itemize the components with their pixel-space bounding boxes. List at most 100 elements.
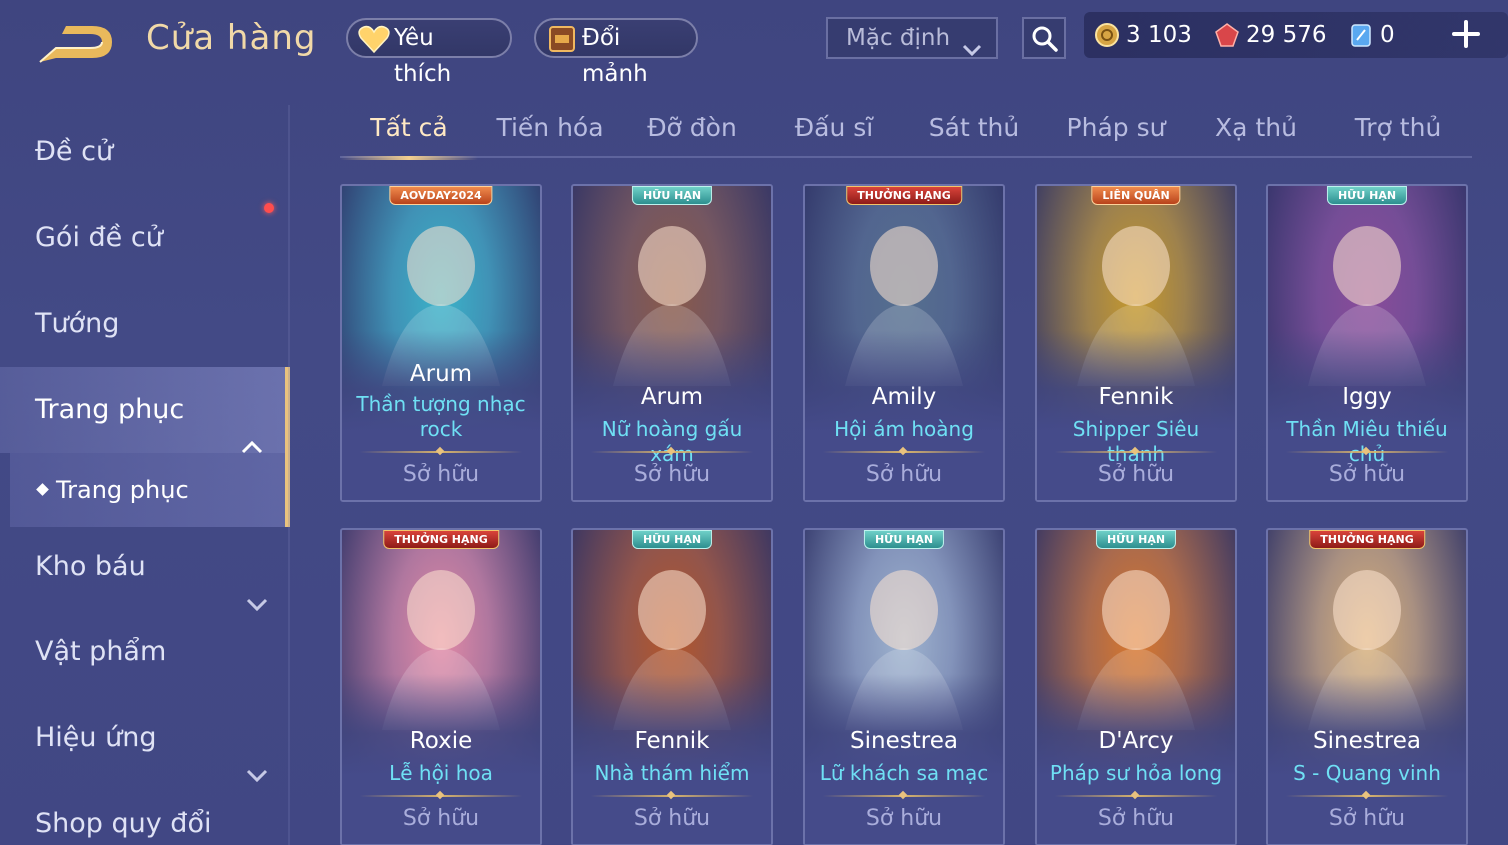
skin-card[interactable]: HỮU HẠN Iggy Thần Miêu thiếu chủSở hữu bbox=[1266, 184, 1468, 502]
skin-card[interactable]: HỮU HẠN Fennik Nhà thám hiểm Sở hữu bbox=[571, 528, 773, 845]
owned-status: Sở hữu bbox=[1097, 806, 1175, 831]
add-currency-button[interactable] bbox=[1448, 16, 1484, 52]
skin-name: Hội ám hoàng bbox=[834, 417, 974, 441]
card-divider bbox=[823, 451, 985, 453]
card-divider bbox=[591, 795, 753, 797]
skin-tier-badge: AOVDAY2024 bbox=[389, 186, 493, 205]
skin-tier-badge: HỮU HẠN bbox=[631, 186, 713, 205]
tab-all[interactable]: Tất cả bbox=[340, 98, 478, 160]
sidebar-item-label: Shop quy đổi bbox=[35, 808, 212, 839]
sidebar: Đề cử Gói đề cử Tướng Trang phục Trang p… bbox=[0, 95, 290, 845]
tab-assassin[interactable]: Sát thủ bbox=[906, 98, 1042, 158]
card-divider bbox=[360, 451, 522, 453]
page-title: Cửa hàng bbox=[146, 18, 317, 58]
skin-name: Pháp sư hỏa long bbox=[1049, 761, 1223, 785]
sort-value: Mặc định bbox=[846, 25, 951, 51]
owned-status: Sở hữu bbox=[865, 462, 943, 487]
sidebar-item-label: Vật phẩm bbox=[35, 636, 167, 667]
skin-card[interactable]: AOVDAY2024 Arum Thần tượng nhạc rock Sở hữu bbox=[340, 184, 542, 502]
sidebar-item-label: Đề cử bbox=[35, 136, 114, 167]
gold-balance: 3 103 bbox=[1094, 20, 1204, 50]
diamond-bullet-icon bbox=[36, 483, 49, 496]
hero-name: Fennik bbox=[1098, 384, 1174, 410]
skin-tier-badge: THƯỞNG HẠNG bbox=[846, 186, 962, 205]
skin-name: Lữ khách sa mạc bbox=[819, 761, 989, 785]
favorite-button[interactable]: Yêu thích bbox=[346, 18, 512, 87]
skin-tier-badge: HỮU HẠN bbox=[863, 530, 945, 549]
exchange-shard-button[interactable]: Đổi mảnh bbox=[534, 18, 698, 87]
skin-card[interactable]: HỮU HẠN D'Arcy Pháp sư hỏa long Sở hữu bbox=[1035, 528, 1237, 845]
skin-name: Thần Miêu thiếu chủ bbox=[1286, 417, 1448, 466]
voucher-icon bbox=[1348, 22, 1374, 48]
skin-card[interactable]: THƯỞNG HẠNG Amily Hội ám hoàng Sở hữu bbox=[803, 184, 1005, 502]
ruby-balance: 29 576 bbox=[1214, 20, 1334, 50]
top-bar: Cửa hàng Yêu thích Đổi mảnh Mặc định 3 1… bbox=[0, 0, 1508, 87]
tab-evolution[interactable]: Tiến hóa bbox=[482, 98, 618, 158]
skin-tier-badge: HỮU HẠN bbox=[1326, 186, 1408, 205]
sidebar-subitem-label: Trang phục bbox=[56, 476, 189, 504]
owned-status: Sở hữu bbox=[402, 806, 480, 831]
heart-icon bbox=[358, 24, 390, 54]
hero-name: Roxie bbox=[409, 728, 473, 754]
card-divider bbox=[360, 795, 522, 797]
owned-status: Sở hữu bbox=[1097, 462, 1175, 487]
hero-name: Arum bbox=[409, 361, 473, 387]
sort-dropdown[interactable]: Mặc định bbox=[826, 17, 998, 59]
hero-name: Amily bbox=[871, 384, 937, 410]
sidebar-item-label: Kho báu bbox=[35, 551, 146, 582]
skin-card[interactable]: THƯỞNG HẠNG Sinestrea S - Quang vinh Sở hữu bbox=[1266, 528, 1468, 845]
tab-support[interactable]: Trợ thủ bbox=[1330, 98, 1466, 158]
card-divider bbox=[823, 795, 985, 797]
skin-card[interactable]: HỮU HẠN Arum Nữ hoàng gấu xámSở hữu bbox=[571, 184, 773, 502]
sidebar-item-items[interactable]: Vật phẩm bbox=[0, 609, 290, 695]
currency-bar: 3 103 29 576 0 bbox=[1084, 12, 1508, 58]
sidebar-item-exchange-shop[interactable]: Shop quy đổi bbox=[0, 781, 290, 845]
owned-status: Sở hữu bbox=[1328, 462, 1406, 487]
role-tabs: Tất cả Tiến hóa Đỡ đòn Đấu sĩ Sát thủ Ph… bbox=[340, 98, 1472, 160]
owned-status: Sở hữu bbox=[865, 806, 943, 831]
chevron-down-icon bbox=[246, 560, 268, 612]
sidebar-item-label: Trang phục bbox=[35, 394, 185, 425]
tab-mage[interactable]: Pháp sư bbox=[1048, 98, 1184, 158]
voucher-balance: 0 bbox=[1348, 20, 1408, 50]
sidebar-item-label: Tướng bbox=[35, 308, 120, 339]
sidebar-item-treasure[interactable]: Kho báu bbox=[0, 524, 290, 612]
skin-card[interactable]: HỮU HẠN Sinestrea Lữ khách sa mạc Sở hữu bbox=[803, 528, 1005, 845]
chevron-down-icon bbox=[962, 31, 982, 57]
tab-tank[interactable]: Đỡ đòn bbox=[624, 98, 760, 158]
hero-name: D'Arcy bbox=[1098, 728, 1174, 754]
skin-tier-badge: HỮU HẠN bbox=[1095, 530, 1177, 549]
sidebar-item-heroes[interactable]: Tướng bbox=[0, 281, 290, 367]
skin-name: Nhà thám hiểm bbox=[594, 761, 750, 785]
back-arrow-icon[interactable] bbox=[36, 22, 114, 66]
tab-marksman[interactable]: Xạ thủ bbox=[1188, 98, 1324, 158]
plus-icon bbox=[1452, 20, 1480, 48]
owned-status: Sở hữu bbox=[633, 806, 711, 831]
skin-card[interactable]: LIÊN QUÂN Fennik Shipper Siêu thanhSở hữu bbox=[1035, 184, 1237, 502]
skin-card[interactable]: THƯỞNG HẠNG Roxie Lễ hội hoa Sở hữu bbox=[340, 528, 542, 845]
skin-name: Nữ hoàng gấu xám bbox=[601, 417, 743, 466]
owned-status: Sở hữu bbox=[633, 462, 711, 487]
sidebar-item-recommended[interactable]: Đề cử bbox=[0, 109, 290, 195]
card-divider bbox=[591, 451, 753, 453]
hero-name: Arum bbox=[640, 384, 704, 410]
sidebar-item-label: Hiệu ứng bbox=[35, 722, 157, 753]
hero-name: Fennik bbox=[634, 728, 710, 754]
skin-tier-badge: THƯỞNG HẠNG bbox=[383, 530, 499, 549]
owned-status: Sở hữu bbox=[402, 462, 480, 487]
search-button[interactable] bbox=[1022, 17, 1066, 59]
hero-name: Sinestrea bbox=[1313, 728, 1421, 754]
hero-name: Iggy bbox=[1342, 384, 1392, 410]
chest-icon bbox=[546, 24, 578, 54]
card-divider bbox=[1286, 451, 1448, 453]
sidebar-subitem-skins[interactable]: Trang phục bbox=[10, 453, 290, 527]
tab-fighter[interactable]: Đấu sĩ bbox=[766, 98, 902, 158]
sidebar-item-effects[interactable]: Hiệu ứng bbox=[0, 695, 290, 783]
skin-name: Thần tượng nhạc rock bbox=[356, 392, 526, 441]
skin-tier-badge: THƯỞNG HẠNG bbox=[1309, 530, 1425, 549]
sidebar-item-skins[interactable]: Trang phục bbox=[0, 367, 290, 454]
sidebar-item-recommended-packs[interactable]: Gói đề cử bbox=[0, 195, 290, 281]
owned-status: Sở hữu bbox=[1328, 806, 1406, 831]
skin-tier-badge: LIÊN QUÂN bbox=[1091, 186, 1181, 205]
favorite-label: Yêu thích bbox=[394, 25, 452, 87]
